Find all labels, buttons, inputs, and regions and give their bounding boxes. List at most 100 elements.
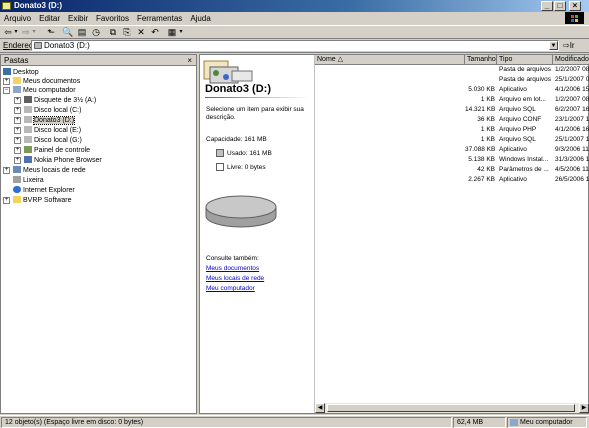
tree-item-meus-documentos[interactable]: Meus documentos [13,77,80,86]
tree-item-painel[interactable]: Painel de controle [24,146,90,155]
internet-explorer-icon [13,186,21,193]
menu-ajuda[interactable]: Ajuda [186,12,214,25]
file-row[interactable]: php-5.0.3-installer.exe2.267 KBAplicativ… [315,175,589,184]
file-type: Pasta de arquivos [499,76,552,83]
delete-icon[interactable]: ✕ [135,27,147,38]
free-legend: Livre: 0 bytes [216,163,266,172]
tree-label: Disquete de 3½ (A:) [34,97,97,104]
tree-item-nokia[interactable]: Nokia Phone Browser [24,156,102,165]
tree-item-lixeira[interactable]: Lixeira [13,176,44,185]
see-also-label: Consulte também: [206,255,259,262]
forward-dropdown-icon[interactable]: ▾ [31,27,37,38]
history-icon[interactable]: ◷ [90,27,102,38]
up-folder-icon[interactable]: ⬑ [45,27,57,38]
tree-item-donato3[interactable]: Donato3 (D:) [24,116,76,125]
folders-title: Pastas [4,56,29,65]
tree-item-meu-computador[interactable]: Meu computador [13,86,76,95]
file-type: Parâmetros de ... [499,166,549,173]
search-icon[interactable]: 🔍 [62,27,74,38]
link-meus-locais-rede[interactable]: Meus locais de rede [206,275,264,283]
tree-item-internet-explorer[interactable]: Internet Explorer [13,186,75,195]
file-row[interactable]: copia.bat1 KBArquivo em lot...1/2/2007 0… [315,95,589,104]
column-modificado[interactable]: Modificado [553,55,589,65]
link-meu-computador[interactable]: Meu computador [206,285,255,293]
used-text: Usado: 161 MB [227,150,272,157]
file-modified: 26/5/2006 1 [555,176,589,183]
file-row[interactable]: info.php1 KBArquivo PHP4/1/2006 16 [315,125,589,134]
file-row[interactable]: mysql-administrator-1.1.9-win.msi5.138 K… [315,155,589,164]
tree-label: Painel de controle [34,147,91,154]
tree-item-disco-g[interactable]: Disco local (G:) [24,136,82,145]
file-type: Arquivo PHP [499,126,537,133]
computer-icon [510,419,518,426]
close-button[interactable]: × [569,1,581,11]
menu-favoritos[interactable]: Favoritos [92,12,133,25]
tree-item-bvrp[interactable]: BVRP Software [13,196,72,205]
file-modified: 23/1/2007 1 [555,116,589,123]
menu-ferramentas[interactable]: Ferramentas [133,12,186,25]
views-dropdown-icon[interactable]: ▾ [178,27,184,38]
go-button[interactable]: ⇨Ir [563,41,575,50]
address-bar: Endereço Donato3 (D:) ▼ ⇨Ir [0,39,589,53]
folders-header: Pastas × [1,55,196,66]
file-row[interactable]: manut.sql1 KBArquivo SQL25/1/2007 1 [315,135,589,144]
back-dropdown-icon[interactable]: ▾ [13,27,19,38]
maximize-button[interactable]: □ [554,1,566,11]
file-type: Aplicativo [499,146,527,153]
file-row[interactable]: MySQL_Setup.exe37.088 KBAplicativo9/3/20… [315,145,589,154]
column-tipo[interactable]: Tipo [497,55,553,65]
floppy-icon [24,96,32,103]
toolbar: ⇦ ▾ ⇨ ▾ ⬑ 🔍 ▤ ◷ ⧉ ⎘ ✕ ↶ ▦ ▾ [0,25,589,39]
minimize-button[interactable]: _ [541,1,553,11]
tree-item-locais-rede[interactable]: Meus locais de rede [13,166,86,175]
tree-item-disco-c[interactable]: Disco local (C:) [24,106,81,115]
status-location: Meu computador [507,417,587,428]
list-header: Nome △ Tamanho Tipo Modificado [315,55,589,65]
scroll-thumb[interactable] [327,404,575,412]
file-row[interactable]: httpd.conf36 KBArquivo CONF23/1/2007 1 [315,115,589,124]
window-title: Donato3 (D:) [14,1,62,10]
forward-arrow-icon[interactable]: ⇨ [21,27,31,38]
tree-label: Meus locais de rede [23,167,86,174]
file-row[interactable]: donatoPasta de arquivos1/2/2007 08 [315,65,589,74]
desktop-icon [3,68,11,75]
link-meus-documentos[interactable]: Meus documentos [206,265,259,273]
drive-icon [24,116,32,123]
address-dropdown-button[interactable]: ▼ [549,41,558,50]
tree-item-disco-e[interactable]: Disco local (E:) [24,126,81,135]
menu-arquivo[interactable]: Arquivo [0,12,35,25]
scroll-right-icon[interactable]: ▶ [579,403,589,413]
back-arrow-icon[interactable]: ⇦ [3,27,13,38]
drive-icon [34,42,42,49]
menu-exibir[interactable]: Exibir [64,12,92,25]
title-bar[interactable]: Donato3 (D:) _ □ × [0,0,589,12]
tree-label: Internet Explorer [23,187,75,194]
close-folders-button[interactable]: × [187,55,192,66]
menu-editar[interactable]: Editar [35,12,64,25]
file-row[interactable]: php.ini42 KBParâmetros de ...4/5/2006 11 [315,165,589,174]
tree-label: Lixeira [23,177,44,184]
folders-icon[interactable]: ▤ [76,27,88,38]
file-type: Pasta de arquivos [499,66,552,73]
file-row[interactable]: database_donato.sql14.321 KBArquivo SQL6… [315,105,589,114]
tree-item-desktop[interactable]: Desktop [3,68,39,77]
file-row[interactable]: PHPPasta de arquivos25/1/2007 0 [315,75,589,84]
file-type: Arquivo SQL [499,136,536,143]
capacity-text: Capacidade: 161 MB [206,136,267,143]
tree-label: Meu computador [23,87,76,94]
tree-item-disquete[interactable]: Disquete de 3½ (A:) [24,96,96,105]
scroll-left-icon[interactable]: ◀ [315,403,325,413]
undo-icon[interactable]: ↶ [149,27,161,38]
tree-label: Nokia Phone Browser [34,157,102,164]
copy-to-icon[interactable]: ⎘ [121,27,133,38]
file-modified: 9/3/2006 11 [555,146,589,153]
file-row[interactable]: apache_1.3.34-win32-x86-no_src.exe5.030 … [315,85,589,94]
views-icon[interactable]: ▦ [166,27,178,38]
column-nome[interactable]: Nome △ [315,55,465,65]
recycle-bin-icon [13,176,21,183]
column-tamanho[interactable]: Tamanho [465,55,497,65]
tree-label: Desktop [13,69,39,76]
move-to-icon[interactable]: ⧉ [107,27,119,38]
address-input[interactable]: Donato3 (D:) [31,40,559,51]
file-size: 36 KB [477,116,495,123]
